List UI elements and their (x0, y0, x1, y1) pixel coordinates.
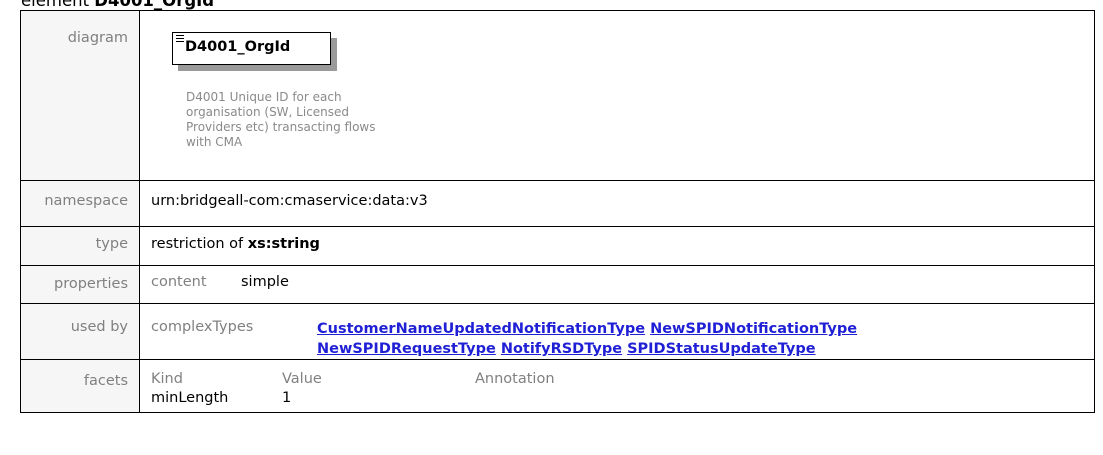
type-prefix: restriction of (151, 236, 244, 252)
used-by-label: used by (70, 319, 128, 335)
used-by-links: CustomerNameUpdatedNotificationType NewSP… (317, 319, 862, 359)
row-type: type restriction of xs:string (20, 226, 1095, 266)
properties-cell: content simple (139, 265, 1095, 304)
properties-key: content (151, 274, 207, 290)
facets-cell: Kind Value Annotation minLength 1 (139, 359, 1095, 413)
element-doc-table: diagram D4001_OrgId D4001 Unique ID for … (20, 10, 1095, 413)
used-by-cell: complexTypes CustomerNameUpdatedNotifica… (139, 303, 1095, 360)
used-by-label-cell: used by (20, 303, 140, 360)
row-facets: facets Kind Value Annotation minLength 1 (20, 359, 1095, 413)
facets-label: facets (83, 373, 128, 389)
facet-kind: minLength (151, 390, 229, 406)
facets-table: Kind Value Annotation minLength 1 (151, 360, 1094, 408)
link-spid-status-update-type[interactable]: SPIDStatusUpdateType (627, 341, 815, 357)
type-label: type (95, 236, 128, 252)
row-properties: properties content simple (20, 265, 1095, 304)
type-base: xs:string (247, 236, 320, 252)
link-new-spid-request-type[interactable]: NewSPIDRequestType (317, 341, 496, 357)
properties-value: simple (241, 274, 289, 290)
properties-label-cell: properties (20, 265, 140, 304)
heading-element-name: D4001_OrgId (94, 0, 215, 10)
facets-header-value: Value (282, 371, 322, 387)
diagram-label: diagram (67, 30, 128, 46)
facets-header: Kind Value Annotation (151, 370, 1094, 388)
element-box[interactable]: D4001_OrgId (172, 32, 331, 65)
namespace-label-cell: namespace (20, 180, 140, 227)
facets-header-kind: Kind (151, 371, 183, 387)
element-description: D4001 Unique ID for each organisation (S… (186, 90, 376, 149)
properties-grid: content simple (151, 266, 1094, 290)
type-cell: restriction of xs:string (139, 226, 1095, 266)
element-box-name: D4001_OrgId (185, 39, 291, 55)
facets-label-cell: facets (20, 359, 140, 413)
link-notify-rsd-type[interactable]: NotifyRSDType (501, 341, 622, 357)
row-diagram: diagram D4001_OrgId D4001 Unique ID for … (20, 10, 1095, 181)
diagram-cell: D4001_OrgId D4001 Unique ID for each org… (139, 10, 1095, 181)
used-by-grid: complexTypes CustomerNameUpdatedNotifica… (151, 304, 1094, 359)
facets-header-annotation: Annotation (475, 371, 555, 387)
namespace-cell: urn:bridgeall-com:cmaservice:data:v3 (139, 180, 1095, 227)
properties-label: properties (54, 276, 128, 292)
facets-row: minLength 1 (151, 388, 1094, 408)
link-new-spid-notification-type[interactable]: NewSPIDNotificationType (650, 321, 857, 337)
heading-prefix: element (21, 0, 90, 10)
row-used-by: used by complexTypes CustomerNameUpdated… (20, 303, 1095, 360)
facet-value: 1 (282, 390, 292, 406)
row-namespace: namespace urn:bridgeall-com:cmaservice:d… (20, 180, 1095, 227)
diagram-label-cell: diagram (20, 10, 140, 181)
type-value: restriction of xs:string (151, 227, 1094, 252)
used-by-key: complexTypes (151, 319, 254, 335)
type-label-cell: type (20, 226, 140, 266)
element-lines-icon (176, 35, 184, 44)
link-customer-name-updated-notification-type[interactable]: CustomerNameUpdatedNotificationType (317, 321, 645, 337)
namespace-value: urn:bridgeall-com:cmaservice:data:v3 (151, 193, 428, 209)
namespace-label: namespace (44, 193, 128, 209)
